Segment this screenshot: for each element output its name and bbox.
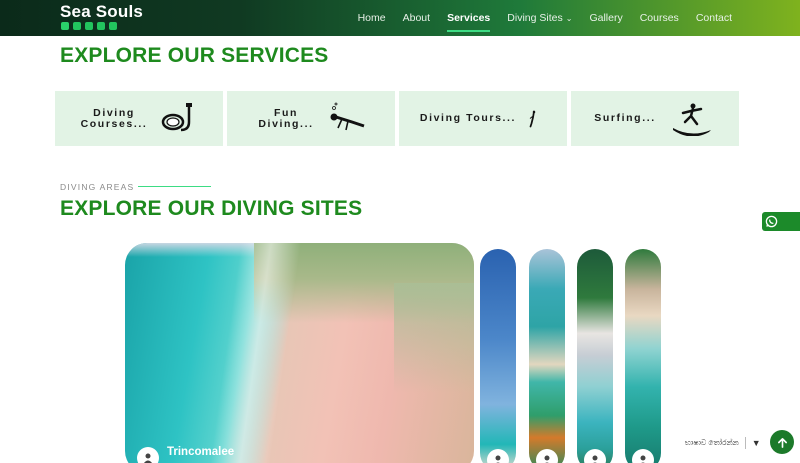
brand-logo[interactable]: Sea Souls — [60, 2, 143, 22]
chevron-down-icon: ⌄ — [565, 13, 573, 23]
nav-gallery[interactable]: Gallery — [589, 12, 622, 24]
diving-site-card-featured[interactable]: Trincomalee — [125, 243, 474, 463]
location-pin-icon — [137, 447, 159, 463]
location-pin-icon — [536, 449, 558, 463]
whatsapp-icon — [765, 215, 778, 228]
facebook-icon[interactable] — [73, 22, 81, 30]
service-label: Diving Tours... — [419, 112, 517, 124]
service-card-diving-courses[interactable]: Diving Courses... — [55, 91, 223, 146]
instagram-icon[interactable] — [85, 22, 93, 30]
nav-courses[interactable]: Courses — [640, 12, 679, 24]
nav-about[interactable]: About — [403, 12, 430, 24]
service-card-diving-tours[interactable]: Diving Tours... — [399, 91, 567, 146]
featured-site-name: Trincomalee — [167, 446, 235, 458]
language-selector[interactable]: භාෂාව තෝරන්න ▼ — [685, 437, 761, 449]
tiktok-icon[interactable] — [109, 22, 117, 30]
nav-contact[interactable]: Contact — [696, 12, 732, 24]
arrow-up-icon — [777, 437, 787, 448]
page: Sea Souls Home About Services Diving Sit… — [0, 0, 800, 463]
snorkel-mask-icon — [161, 102, 192, 131]
diving-site-card[interactable] — [529, 249, 565, 463]
divider — [744, 437, 746, 449]
services-list: Diving Courses... Fun Diving... Diving T… — [55, 91, 739, 146]
scroll-to-top-button[interactable] — [770, 430, 794, 454]
nav-home[interactable]: Home — [358, 12, 386, 24]
social-links — [61, 22, 117, 30]
site-header: Sea Souls Home About Services Diving Sit… — [0, 0, 800, 36]
service-card-fun-diving[interactable]: Fun Diving... — [227, 91, 395, 146]
services-heading: EXPLORE OUR SERVICES — [60, 44, 329, 67]
location-pin-icon — [632, 449, 654, 463]
service-label: Surfing... — [594, 112, 656, 124]
diving-site-card[interactable] — [480, 249, 516, 463]
service-card-surfing[interactable]: Surfing... — [571, 91, 739, 146]
diving-site-card[interactable] — [577, 249, 613, 463]
scuba-diver-icon — [330, 102, 365, 130]
card-photo-surf — [208, 243, 302, 463]
language-label: භාෂාව තෝරන්න — [685, 438, 739, 447]
main-nav: Home About Services Diving Sites ⌄ Galler… — [358, 0, 732, 36]
location-pin-icon — [487, 449, 509, 463]
surfer-icon — [673, 103, 711, 136]
youtube-icon[interactable] — [61, 22, 69, 30]
whatsapp-icon[interactable] — [97, 22, 105, 30]
nav-services[interactable]: Services — [447, 12, 491, 32]
diving-areas-eyebrow: DIVING AREAS — [60, 182, 135, 192]
location-pin-icon — [584, 449, 606, 463]
nav-diving-sites[interactable]: Diving Sites ⌄ — [507, 12, 572, 24]
eyebrow-divider — [138, 186, 211, 187]
diver-icon — [529, 110, 536, 127]
service-label: Diving Courses... — [80, 106, 148, 130]
diving-site-card[interactable] — [625, 249, 661, 463]
whatsapp-chat-tab[interactable] — [762, 212, 800, 231]
diving-sites-heading: EXPLORE OUR DIVING SITES — [60, 197, 363, 220]
card-photo-forest — [394, 283, 474, 393]
service-label: Fun Diving... — [258, 106, 314, 130]
caret-down-icon: ▼ — [751, 438, 761, 448]
